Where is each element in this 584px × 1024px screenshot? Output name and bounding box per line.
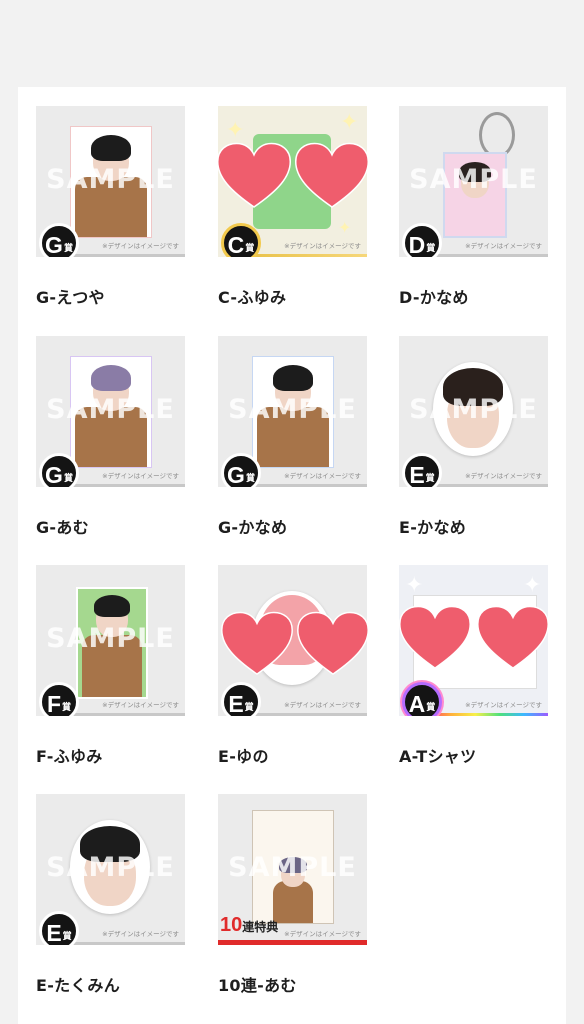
heart-icon (221, 611, 293, 675)
sample-watermark: SAMPLE (409, 394, 538, 425)
grade-badge: G賞 (39, 453, 79, 487)
grade-bar (427, 484, 548, 487)
grade-bar (218, 940, 367, 945)
heart-icon (477, 605, 549, 669)
heart-icon (297, 611, 369, 675)
disclaimer-text: ※デザインはイメージです (284, 701, 361, 709)
heart-icon (216, 142, 292, 208)
disclaimer-text: ※デザインはイメージです (102, 472, 179, 480)
prize-card[interactable]: SAMPLE ※デザインはイメージです E賞 E-かなめ (399, 336, 548, 538)
prize-image[interactable]: SAMPLE ※デザインはイメージです G賞 (218, 336, 367, 487)
grade-bar (64, 942, 185, 945)
sparkle-icon: ✦ (338, 218, 352, 237)
grade-badge: C賞 (221, 223, 261, 257)
ten-pull-bonus-badge: 10連特典 (220, 914, 279, 936)
sample-watermark: SAMPLE (228, 852, 357, 883)
prize-label: F-ふゆみ (36, 747, 103, 766)
disclaimer-text: ※デザインはイメージです (102, 701, 179, 709)
prize-label: E-たくみん (36, 976, 121, 995)
prize-label: G-えつや (36, 288, 105, 307)
disclaimer-text: ※デザインはイメージです (465, 472, 542, 480)
grade-badge: E賞 (221, 682, 261, 716)
heart-icon (399, 605, 471, 669)
prize-card[interactable]: SAMPLE ※デザインはイメージです 10連特典 10連-あむ (218, 794, 367, 996)
heart-icon (294, 142, 370, 208)
prize-card[interactable]: SAMPLE ※デザインはイメージです F賞 F-ふゆみ (36, 565, 185, 767)
prize-image[interactable]: SAMPLE ※デザインはイメージです 10連特典 (218, 794, 367, 945)
prize-card[interactable]: SAMPLE ※デザインはイメージです G賞 G-えつや (36, 106, 185, 308)
grade-badge: G賞 (39, 223, 79, 257)
prize-card[interactable]: SAMPLE ※デザインはイメージです E賞 E-たくみん (36, 794, 185, 996)
grade-bar (427, 254, 548, 257)
grade-badge: F賞 (39, 682, 79, 716)
prize-image[interactable]: SAMPLE ※デザインはイメージです G賞 (36, 106, 185, 257)
grade-bar (64, 484, 185, 487)
sample-watermark: SAMPLE (228, 394, 357, 425)
sample-watermark: SAMPLE (46, 852, 175, 883)
prize-image[interactable]: SAMPLE ※デザインはイメージです E賞 (399, 336, 548, 487)
sparkle-icon: ✦ (340, 110, 359, 135)
prize-grid: SAMPLE ※デザインはイメージです G賞 G-えつや ✦ ✦ ✦ ※デザイン… (18, 87, 566, 1024)
prize-label: E-かなめ (399, 518, 467, 537)
prize-label: G-あむ (36, 518, 89, 537)
grade-badge: G賞 (221, 453, 261, 487)
sparkle-icon: ✦ (523, 573, 542, 598)
prize-label: D-かなめ (399, 288, 469, 307)
grade-bar (246, 713, 367, 716)
sample-watermark: SAMPLE (46, 394, 175, 425)
grade-badge: D賞 (402, 223, 442, 257)
disclaimer-text: ※デザインはイメージです (284, 930, 361, 938)
disclaimer-text: ※デザインはイメージです (465, 242, 542, 250)
grade-bar (246, 254, 367, 257)
grade-bar (427, 713, 548, 716)
prize-label: G-かなめ (218, 518, 288, 537)
prize-card[interactable]: SAMPLE ※デザインはイメージです D賞 D-かなめ (399, 106, 548, 308)
prize-image[interactable]: SAMPLE ※デザインはイメージです G賞 (36, 336, 185, 487)
disclaimer-text: ※デザインはイメージです (102, 242, 179, 250)
prize-image[interactable]: SAMPLE ※デザインはイメージです E賞 (36, 794, 185, 945)
sparkle-icon: ✦ (405, 573, 424, 598)
disclaimer-text: ※デザインはイメージです (284, 472, 361, 480)
prize-card[interactable]: SAMPLE ※デザインはイメージです G賞 G-かなめ (218, 336, 367, 538)
grade-badge: E賞 (402, 453, 442, 487)
disclaimer-text: ※デザインはイメージです (284, 242, 361, 250)
sample-watermark: SAMPLE (46, 623, 175, 654)
prize-card[interactable]: SAMPLE ※デザインはイメージです G賞 G-あむ (36, 336, 185, 538)
grade-bar (64, 254, 185, 257)
disclaimer-text: ※デザインはイメージです (102, 930, 179, 938)
prize-label: C-ふゆみ (218, 288, 287, 307)
prize-image[interactable]: SAMPLE ※デザインはイメージです F賞 (36, 565, 185, 716)
disclaimer-text: ※デザインはイメージです (465, 701, 542, 709)
sample-watermark: SAMPLE (409, 164, 538, 195)
grade-badge: A賞 (402, 682, 442, 716)
grade-badge: E賞 (39, 911, 79, 945)
sample-watermark: SAMPLE (46, 164, 175, 195)
prize-image[interactable]: SAMPLE ※デザインはイメージです D賞 (399, 106, 548, 257)
prize-label: 10連-あむ (218, 976, 297, 995)
grade-bar (246, 484, 367, 487)
grade-bar (64, 713, 185, 716)
prize-label: E-ゆの (218, 747, 269, 766)
prize-label: A-Tシャツ (399, 747, 477, 766)
sparkle-icon: ✦ (226, 118, 245, 143)
